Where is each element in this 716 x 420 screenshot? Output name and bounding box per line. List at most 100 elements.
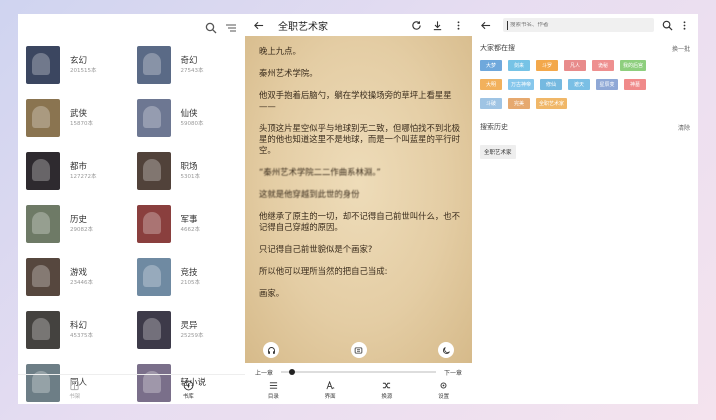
chapter-progress: 上一章 下一章 [245,366,472,378]
hot-search-tag[interactable]: 神墓 [624,79,647,90]
hot-search-tag[interactable]: 凡人 [564,60,586,71]
menu-settings-label: 设置 [438,393,450,400]
paragraph: 头顶这片星空似乎与地球别无二致，但哪怕找不到北极星的他也知道这里不是地球，而是一… [259,123,460,155]
category-count: 127272本 [70,174,97,180]
headphones-icon [267,346,275,354]
category-item[interactable]: 武侠 15870本 [26,98,129,138]
category-count: 27543本 [180,68,204,74]
menu-change-source[interactable]: 换源 [359,378,416,402]
category-item[interactable]: 灵异 25259本 [136,310,240,350]
history-header: 搜索历史 清除 [472,119,698,135]
category-cover-image [26,152,60,190]
hot-search-tag[interactable]: 万古神帝 [508,79,535,90]
refresh-batch-button[interactable]: 换一批 [672,44,690,53]
moon-icon [442,346,450,354]
menu-interface-label: 界面 [324,393,336,400]
hot-search-tag[interactable]: 斗破 [480,98,502,109]
menu-settings[interactable]: 设置 [415,378,472,402]
night-mode-button[interactable] [438,342,454,358]
tab-bookshelf[interactable]: 书架 [18,375,132,404]
category-count: 59080本 [180,121,204,127]
hot-search-tag[interactable]: 星辰变 [596,79,619,90]
search-toolbar [472,14,698,36]
back-arrow-icon[interactable] [480,16,491,35]
search-box[interactable] [503,18,654,32]
category-grid: 玄幻 201515本 奇幻 27543本武侠 15870本 仙侠 59080本 都市 12727… [18,42,245,403]
category-name: 奇幻 [180,56,198,66]
history-title: 搜索历史 [480,123,508,131]
category-cover-image [26,205,60,243]
category-cover-image [26,46,60,84]
refresh-icon[interactable] [411,16,422,35]
clear-history-button[interactable]: 清除 [678,123,690,132]
hot-search-tag[interactable]: 修仙 [540,79,563,90]
paragraph: 晚上九点。 [259,46,301,56]
hot-search-tag[interactable]: 诡秘 [592,60,614,71]
hot-search-tags: 大梦 剑来 斗罗 凡人 诡秘 我的后宫大明 万古神帝 修仙 遮天 星辰变 神墓斗破 完美 全职艺术家 [472,56,672,109]
hot-search-tag[interactable]: 我的后宫 [620,60,647,71]
autopage-icon [354,346,363,354]
list-icon [269,381,277,389]
category-item[interactable]: 游戏 23446本 [26,257,129,297]
tab-library[interactable]: 书库 [132,375,246,404]
category-item[interactable]: 玄幻 201515本 [26,45,129,85]
more-vertical-icon[interactable] [453,16,464,35]
search-icon[interactable] [662,16,673,35]
paragraph: 秦州艺术学院。 [259,68,318,78]
search-icon[interactable] [205,19,217,38]
more-vertical-icon[interactable] [679,16,690,35]
menu-toc-label: 目录 [267,393,279,400]
hot-search-tag[interactable]: 斗罗 [536,60,558,71]
category-name: 竞技 [180,268,198,278]
autopage-button[interactable] [350,342,367,358]
category-cover-image [26,99,60,137]
category-count: 29082本 [70,227,93,233]
category-cover-image [136,311,171,349]
hot-search-tag[interactable]: 大梦 [480,60,502,71]
progress-slider[interactable] [281,368,436,375]
paragraph: 所以他可以理所当然的把自己当成: [259,266,388,276]
progress-knob[interactable] [288,368,295,375]
bottom-nav: 书架 书库 [18,374,245,404]
category-item[interactable]: 仙侠 59080本 [136,98,240,138]
menu-interface[interactable]: a 界面 [302,378,359,402]
category-item[interactable]: 奇幻 27543本 [136,45,240,85]
category-name: 军事 [180,215,198,225]
hot-search-tag[interactable]: 大明 [480,79,502,90]
hot-search-tag[interactable]: 遮天 [568,79,591,90]
headphones-button[interactable] [263,342,279,358]
reader-panel: 全职艺术家 晚上九点。 秦州艺术学院。 他双手抱着后脑勺，躺在学校操场旁的草坪上… [245,14,472,404]
category-panel: 玄幻 201515本 奇幻 27543本武侠 15870本 仙侠 59080本 都市 12727… [18,14,245,404]
hot-search-tag[interactable]: 剑来 [508,60,530,71]
svg-text:a: a [332,386,334,390]
history-chip[interactable]: 全职艺术家 [480,145,516,159]
search-input[interactable] [509,22,654,28]
reader-toolbar: 全职艺术家 [245,14,472,36]
hot-search-tag[interactable]: 完美 [508,98,530,109]
category-cover-image [136,46,171,84]
hot-search-title: 大家都在搜 [480,44,515,52]
category-item[interactable]: 军事 4662本 [136,204,240,244]
category-count: 2105本 [180,280,201,286]
category-item[interactable]: 科幻 45375本 [26,310,129,350]
category-cover-image [136,205,171,243]
category-name: 职场 [180,162,198,172]
menu-toc[interactable]: 目录 [245,378,302,402]
paragraph: 他继承了原主的一切，却不记得自己前世叫什么，也不记得自己穿越的原因。 [259,211,460,232]
prev-chapter-button[interactable]: 上一章 [255,368,273,377]
bookshelf-icon [70,380,79,390]
download-icon[interactable] [432,16,443,35]
next-chapter-button[interactable]: 下一章 [444,368,462,377]
hot-search-tag[interactable]: 全职艺术家 [536,98,568,109]
category-item[interactable]: 职场 5301本 [136,151,240,191]
book-title: 全职艺术家 [278,21,328,33]
back-arrow-icon[interactable] [253,16,264,35]
tab-library-label: 书库 [182,393,194,400]
sort-menu-icon[interactable] [225,19,237,38]
category-item[interactable]: 竞技 2105本 [136,257,240,297]
category-count: 5301本 [180,174,201,180]
reading-page[interactable]: 晚上九点。 秦州艺术学院。 他双手抱着后脑勺，躺在学校操场旁的草坪上看星星—— … [245,36,472,363]
category-item[interactable]: 都市 127272本 [26,151,129,191]
category-count: 15870本 [70,121,93,127]
category-item[interactable]: 历史 29082本 [26,204,129,244]
